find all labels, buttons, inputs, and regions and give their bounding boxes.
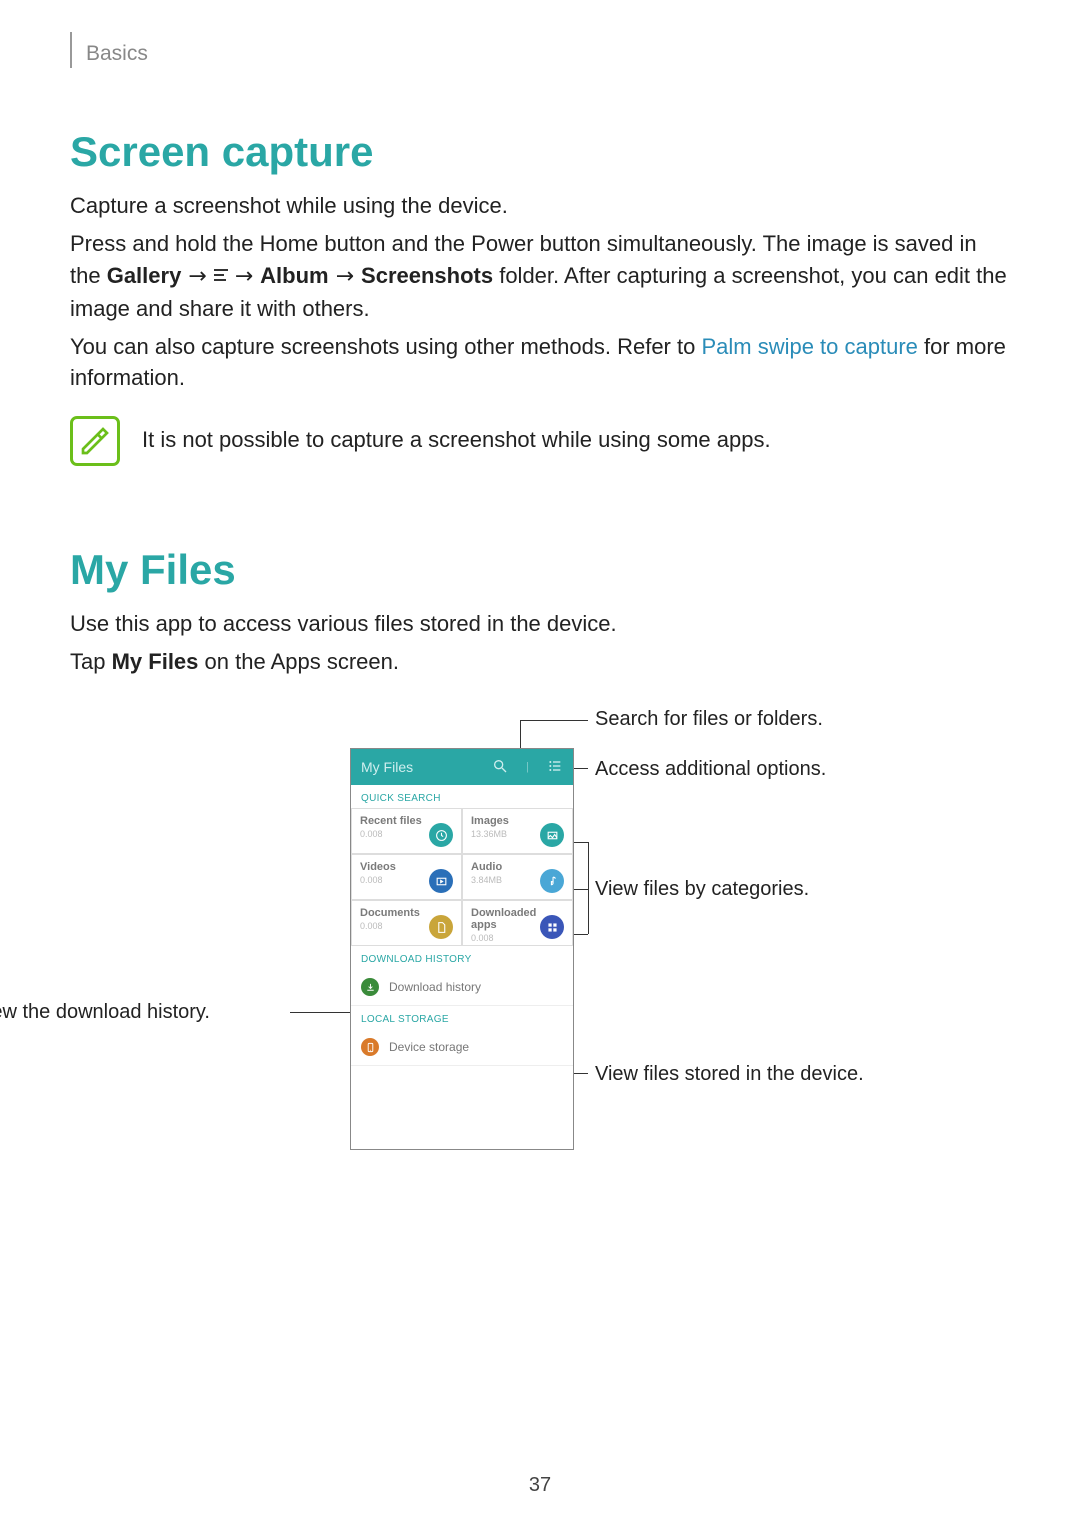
text: You can also capture screenshots using o… <box>70 334 701 359</box>
chapter-label: Basics <box>86 42 148 66</box>
more-options-icon[interactable] <box>547 758 563 777</box>
search-icon[interactable] <box>492 758 508 777</box>
callout-download-history: View the download history. <box>0 1001 210 1024</box>
row-download-history[interactable]: Download history <box>351 969 573 1006</box>
tile-audio[interactable]: Audio 3.84MB <box>462 854 573 900</box>
tile-videos[interactable]: Videos 0.008 <box>351 854 462 900</box>
note-icon <box>70 416 120 466</box>
download-icon <box>361 978 379 996</box>
callout-search: Search for files or folders. <box>595 708 823 731</box>
leader-line <box>290 1012 350 1013</box>
arrow: → <box>181 264 213 289</box>
my-files-bold: My Files <box>112 649 199 674</box>
quick-search-grid: Recent files 0.008 Images 13.36MB Videos… <box>351 808 573 946</box>
callout-categories: View files by categories. <box>595 878 809 901</box>
phone-screenshot: My Files | QUICK SEARCH Recent fil <box>350 748 574 1150</box>
leader-line <box>572 842 588 843</box>
row-label: Device storage <box>389 1040 469 1054</box>
document-icon <box>429 915 453 939</box>
callout-options: Access additional options. <box>595 758 826 781</box>
menu-icon <box>214 269 228 285</box>
clock-icon <box>429 823 453 847</box>
divider: | <box>526 761 529 773</box>
tile-images[interactable]: Images 13.36MB <box>462 808 573 854</box>
sc-para-3: You can also capture screenshots using o… <box>70 331 1010 395</box>
leader-line <box>520 720 588 721</box>
phone-title: My Files <box>361 759 413 775</box>
tile-downloaded-apps[interactable]: Downloaded apps 0.008 <box>462 900 573 946</box>
chapter-header: Basics <box>70 40 1010 68</box>
palm-swipe-link[interactable]: Palm swipe to capture <box>701 334 917 359</box>
page-number: 37 <box>0 1474 1080 1497</box>
leader-line <box>588 842 589 934</box>
device-icon <box>361 1038 379 1056</box>
heading-my-files: My Files <box>70 546 1010 594</box>
tile-documents[interactable]: Documents 0.008 <box>351 900 462 946</box>
note-text: It is not possible to capture a screensh… <box>142 424 771 456</box>
tile-recent-files[interactable]: Recent files 0.008 <box>351 808 462 854</box>
note-block: It is not possible to capture a screensh… <box>70 416 1010 466</box>
arrow: → <box>329 264 361 289</box>
quick-search-label: QUICK SEARCH <box>351 785 573 808</box>
text: on the Apps screen. <box>198 649 399 674</box>
callout-stored: View files stored in the device. <box>595 1063 864 1086</box>
leader-line <box>572 934 588 935</box>
image-icon <box>540 823 564 847</box>
music-icon <box>540 869 564 893</box>
chapter-bar <box>70 32 72 68</box>
mf-para-1: Use this app to access various files sto… <box>70 608 1010 640</box>
download-history-label: DOWNLOAD HISTORY <box>351 946 573 969</box>
row-label: Download history <box>389 980 481 994</box>
my-files-diagram: Search for files or folders. Access addi… <box>70 708 1010 1208</box>
gallery-bold: Gallery <box>107 263 182 288</box>
sc-para-1: Capture a screenshot while using the dev… <box>70 190 1010 222</box>
leader-line <box>520 720 521 748</box>
video-icon <box>429 869 453 893</box>
sc-para-2: Press and hold the Home button and the P… <box>70 228 1010 325</box>
album-bold: Album <box>260 263 328 288</box>
apps-icon <box>540 915 564 939</box>
phone-header: My Files | <box>351 749 573 785</box>
mf-para-2: Tap My Files on the Apps screen. <box>70 646 1010 678</box>
heading-screen-capture: Screen capture <box>70 128 1010 176</box>
text: Tap <box>70 649 112 674</box>
leader-line <box>572 889 588 890</box>
arrow: → <box>228 264 260 289</box>
local-storage-label: LOCAL STORAGE <box>351 1006 573 1029</box>
screenshots-bold: Screenshots <box>361 263 493 288</box>
row-device-storage[interactable]: Device storage <box>351 1029 573 1066</box>
